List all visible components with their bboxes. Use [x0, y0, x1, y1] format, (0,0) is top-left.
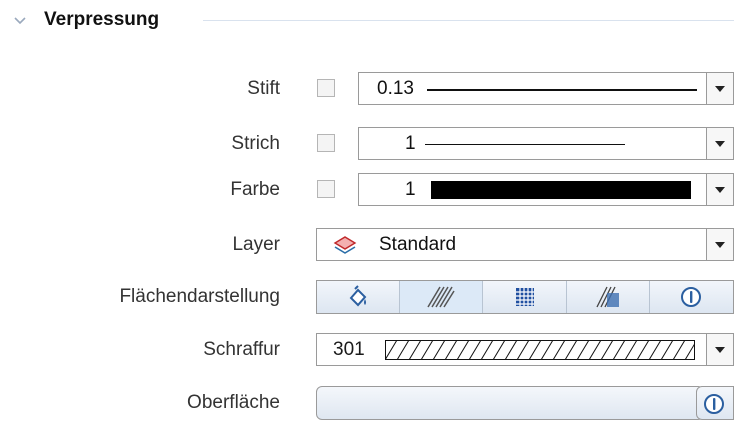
row-oberflaeche: Oberfläche — [0, 383, 734, 423]
layer-icon — [333, 236, 357, 254]
chevron-down-icon — [715, 141, 725, 147]
row-farbe: Farbe 1 — [0, 170, 734, 210]
line-style-preview — [425, 144, 625, 145]
surface-display-segmented-control[interactable] — [316, 280, 734, 314]
chevron-down-icon — [715, 86, 725, 92]
stift-dropdown-button[interactable] — [706, 73, 733, 104]
schraffur-combobox[interactable]: 301 — [316, 333, 734, 366]
label-schraffur: Schraffur — [203, 339, 280, 360]
layer-combobox[interactable]: Standard — [316, 228, 734, 261]
strich-value: 1 — [405, 133, 416, 154]
gradient-button[interactable] — [566, 281, 650, 313]
chevron-down-icon — [715, 347, 725, 353]
chevron-down-icon — [715, 187, 725, 193]
color-swatch — [431, 181, 691, 199]
hatch-icon — [427, 286, 455, 308]
label-strich: Strich — [231, 133, 280, 154]
row-flaechendarstellung: Flächendarstellung — [0, 277, 734, 317]
schraffur-dropdown-button[interactable] — [706, 334, 733, 365]
section-title: Verpressung — [44, 9, 160, 30]
checkbox-stift[interactable] — [317, 79, 335, 97]
stift-value: 0.13 — [377, 78, 414, 99]
fill-bucket-button[interactable] — [317, 281, 401, 313]
oberflaeche-button[interactable] — [316, 386, 704, 420]
fill-bucket-icon — [349, 285, 367, 307]
layer-dropdown-button[interactable] — [706, 229, 733, 260]
row-schraffur: Schraffur 301 — [0, 330, 734, 370]
section-divider — [203, 20, 734, 21]
layer-value: Standard — [379, 234, 457, 255]
pen-line-preview — [427, 89, 697, 91]
label-farbe: Farbe — [230, 179, 280, 200]
label-layer: Layer — [232, 234, 280, 255]
hatch-pattern-preview — [385, 340, 695, 360]
info-circle-icon — [681, 287, 702, 307]
checkbox-farbe[interactable] — [317, 180, 335, 198]
row-stift: Stift 0.13 — [0, 69, 734, 109]
gradient-icon — [596, 286, 619, 308]
chevron-down-icon[interactable] — [14, 14, 26, 26]
label-oberflaeche: Oberfläche — [187, 392, 280, 413]
farbe-dropdown-button[interactable] — [706, 174, 733, 205]
checkbox-strich[interactable] — [317, 134, 335, 152]
schraffur-value: 301 — [333, 339, 365, 360]
oberflaeche-info-button[interactable] — [696, 386, 734, 420]
stift-combobox[interactable]: 0.13 — [358, 72, 734, 105]
info-circle-icon — [704, 394, 724, 414]
label-flaechendarstellung: Flächendarstellung — [119, 286, 280, 307]
strich-combobox[interactable]: 1 — [358, 127, 734, 160]
farbe-value: 1 — [405, 179, 416, 200]
label-stift: Stift — [247, 78, 280, 99]
info-circle-button[interactable] — [649, 281, 733, 313]
pattern-grid-button[interactable] — [483, 281, 567, 313]
farbe-combobox[interactable]: 1 — [358, 173, 734, 206]
section-header-verpressung[interactable]: Verpressung — [8, 8, 734, 32]
pattern-grid-icon — [515, 288, 534, 306]
row-strich: Strich 1 — [0, 124, 734, 164]
row-layer: Layer Standard — [0, 225, 734, 265]
chevron-down-icon — [715, 242, 725, 248]
strich-dropdown-button[interactable] — [706, 128, 733, 159]
hatch-button[interactable] — [400, 281, 484, 313]
